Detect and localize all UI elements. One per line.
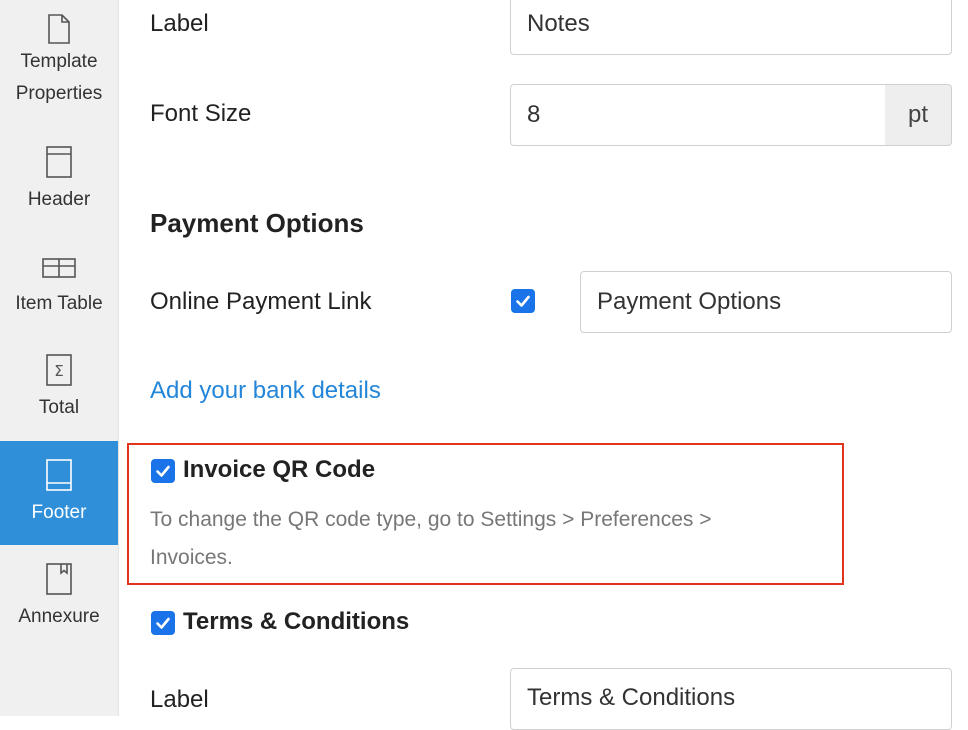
invoice-qr-code-checkbox[interactable] xyxy=(151,459,175,483)
sidebar-item-label: Item Table xyxy=(15,293,103,314)
font-size-unit: pt xyxy=(885,84,952,146)
sidebar-item-label: Template xyxy=(20,51,98,72)
sidebar-item-header[interactable]: Header xyxy=(0,128,118,232)
terms-conditions-label: Terms & Conditions xyxy=(183,608,410,635)
online-payment-link-label: Online Payment Link xyxy=(150,288,372,315)
sidebar-item-template-properties[interactable]: Template Properties xyxy=(0,0,118,120)
invoice-qr-code-label: Invoice QR Code xyxy=(183,456,376,483)
header-icon xyxy=(46,128,72,178)
qr-code-hint: To change the QR code type, go to Settin… xyxy=(150,501,850,577)
sidebar-item-total[interactable]: Σ Total xyxy=(0,336,118,440)
sidebar-item-label: Footer xyxy=(31,502,87,523)
font-size-label: Font Size xyxy=(150,100,252,127)
qr-code-hint-line: Invoices. xyxy=(150,546,233,569)
online-payment-link-checkbox[interactable] xyxy=(511,289,535,313)
sidebar-item-annexure[interactable]: Annexure xyxy=(0,545,118,649)
font-size-input[interactable]: 8 xyxy=(510,84,886,146)
qr-code-hint-line: To change the QR code type, go to Settin… xyxy=(150,508,712,531)
sidebar: Template Properties Header Item Table Σ … xyxy=(0,0,119,716)
table-icon xyxy=(42,232,76,278)
sidebar-item-label: Total xyxy=(38,397,80,418)
sidebar-item-label: Properties xyxy=(15,83,103,104)
label-input[interactable]: Notes xyxy=(510,0,952,55)
terms-label-input[interactable]: Terms & Conditions xyxy=(510,668,952,730)
terms-label-field-label: Label xyxy=(150,686,209,713)
bookmark-page-icon xyxy=(46,545,72,595)
label-field-label: Label xyxy=(150,10,209,37)
check-icon xyxy=(156,465,170,477)
add-bank-details-link[interactable]: Add your bank details xyxy=(150,377,381,405)
footer-icon xyxy=(46,441,72,491)
sidebar-item-item-table[interactable]: Item Table xyxy=(0,232,118,336)
check-icon xyxy=(156,617,170,629)
payment-options-title: Payment Options xyxy=(150,208,364,238)
check-icon xyxy=(516,295,530,307)
sidebar-item-label: Annexure xyxy=(18,606,100,627)
payment-options-input[interactable]: Payment Options xyxy=(580,271,952,333)
sidebar-item-label: Header xyxy=(27,189,91,210)
sidebar-item-footer[interactable]: Footer xyxy=(0,441,118,545)
svg-text:Σ: Σ xyxy=(54,362,63,380)
terms-conditions-checkbox[interactable] xyxy=(151,611,175,635)
page-icon xyxy=(48,0,70,44)
sigma-icon: Σ xyxy=(46,336,72,386)
